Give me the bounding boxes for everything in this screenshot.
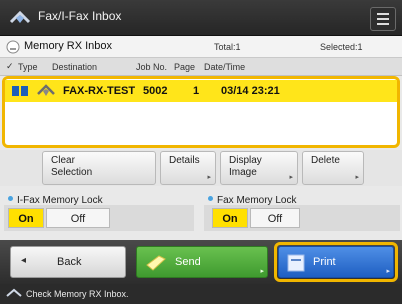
inbox-name: Memory RX Inbox xyxy=(24,40,113,52)
fax-lock-on[interactable]: On xyxy=(212,208,248,228)
book-icon xyxy=(12,86,28,96)
caret-icon: ▸ xyxy=(260,268,264,275)
title-bar: Fax/I-Fax Inbox xyxy=(0,0,402,36)
caret-icon: ▸ xyxy=(355,174,359,181)
checkmark-icon: ✓ xyxy=(6,61,14,71)
bullet-icon xyxy=(8,196,13,202)
window-title: Fax/I-Fax Inbox xyxy=(38,9,122,23)
inbox-bar: Memory RX Inbox Total:1 Selected:1 xyxy=(0,36,402,58)
details-button[interactable]: Details ▸ xyxy=(160,151,216,185)
col-datetime: Date/Time xyxy=(204,62,246,72)
print-button[interactable]: Print ▸ xyxy=(278,246,394,278)
fax-status-icon xyxy=(6,288,22,297)
cell-destination: FAX-RX-TEST xyxy=(63,85,136,97)
cell-datetime: 03/14 23:21 xyxy=(221,85,280,97)
caret-icon: ▸ xyxy=(289,174,293,181)
caret-icon: ▸ xyxy=(386,268,390,275)
col-type: Type xyxy=(18,62,38,72)
status-message: Check Memory RX Inbox. xyxy=(26,289,129,299)
fax-lock-off[interactable]: Off xyxy=(250,208,300,228)
table-row[interactable]: FAX-RX-TEST 5002 1 03/14 23:21 xyxy=(5,80,397,102)
back-button[interactable]: ◂ Back xyxy=(10,246,126,278)
ifax-lock-on[interactable]: On xyxy=(8,208,44,228)
send-icon xyxy=(146,255,166,271)
clear-selection-button[interactable]: Clear Selection xyxy=(42,151,156,185)
fax-icon xyxy=(9,10,31,24)
back-arrow-icon: ◂ xyxy=(21,255,27,266)
print-icon xyxy=(287,254,305,272)
col-destination: Destination xyxy=(52,62,98,72)
col-job-no: Job No. xyxy=(136,62,168,72)
bullet-icon xyxy=(208,196,213,202)
menu-icon xyxy=(377,13,389,15)
caret-icon: ▸ xyxy=(207,174,211,181)
col-page: Page xyxy=(174,62,196,72)
menu-button[interactable] xyxy=(370,7,396,31)
inbox-icon xyxy=(6,40,20,54)
total-count: Total:1 xyxy=(214,42,241,52)
cell-page: 1 xyxy=(193,85,200,97)
fax-type-icon xyxy=(37,84,55,96)
cell-job-no: 5002 xyxy=(143,85,168,97)
status-bar: Check Memory RX Inbox. xyxy=(0,284,402,304)
display-image-button[interactable]: Display Image ▸ xyxy=(220,151,298,185)
ifax-lock-off[interactable]: Off xyxy=(46,208,110,228)
column-header[interactable]: ✓ Type Destination Job No. Page Date/Tim… xyxy=(0,58,402,76)
send-button[interactable]: Send ▸ xyxy=(136,246,268,278)
delete-button[interactable]: Delete ▸ xyxy=(302,151,364,185)
selected-count: Selected:1 xyxy=(320,42,363,52)
